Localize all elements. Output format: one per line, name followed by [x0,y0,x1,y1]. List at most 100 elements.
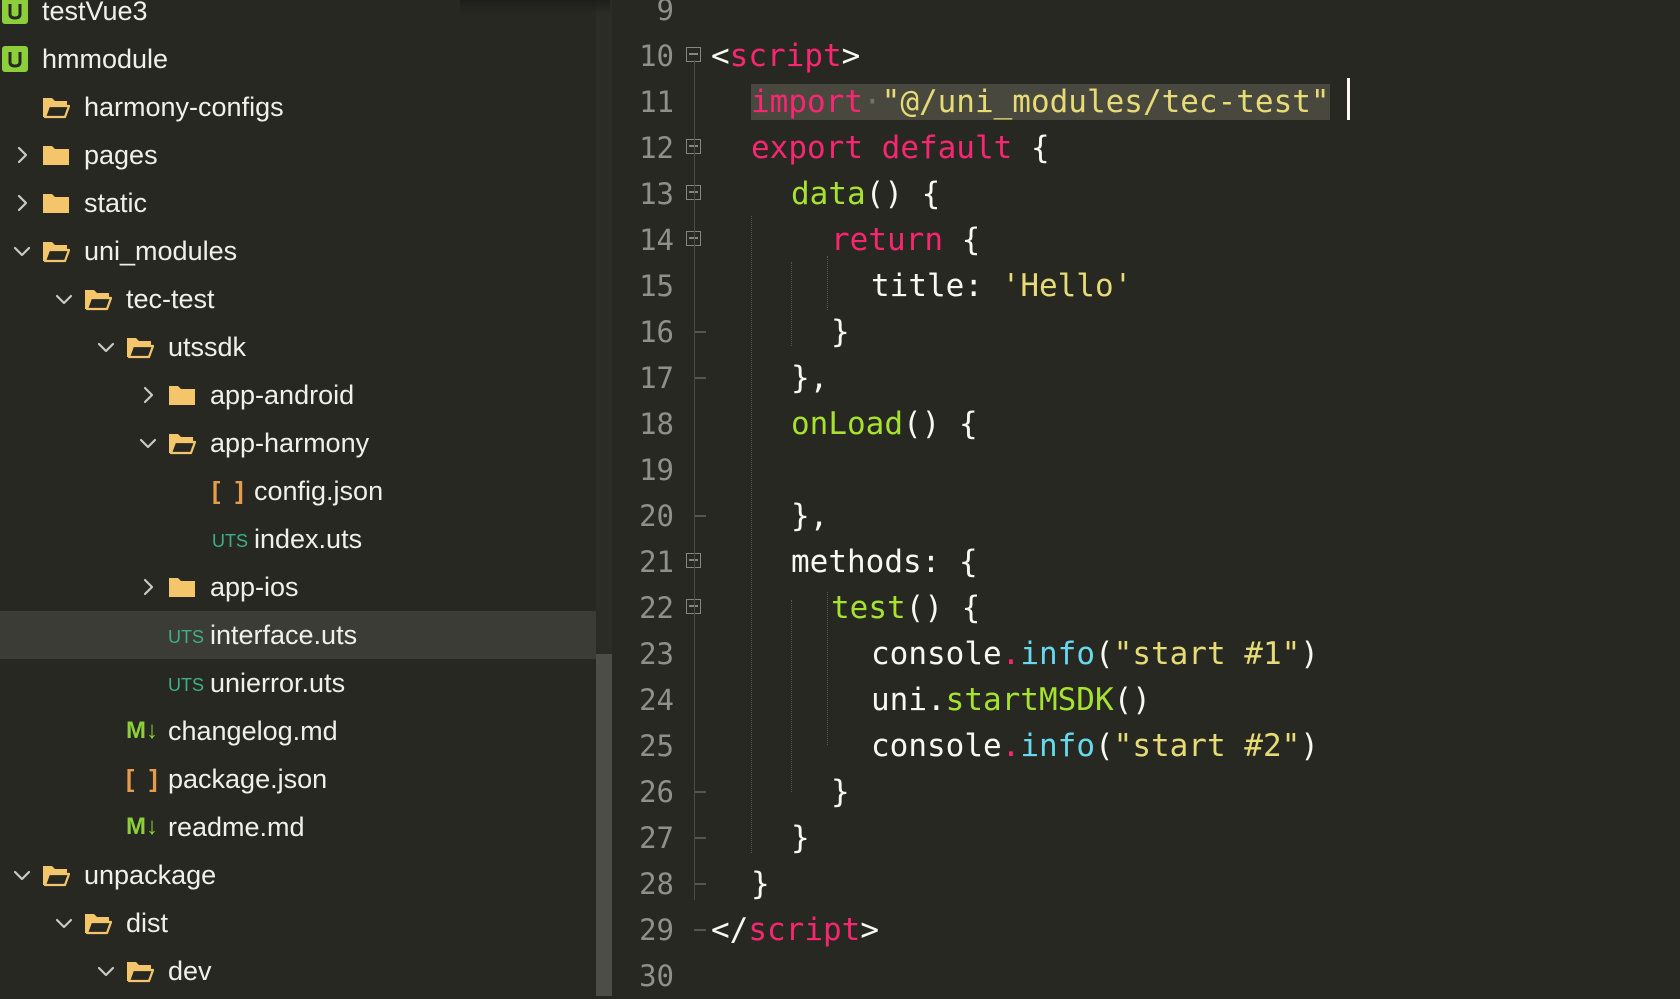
line-number: 10 [639,39,674,73]
code-line[interactable]: 11 import·"@/uni_modules/tec-test" [612,79,1680,125]
chevron-right-icon[interactable] [12,145,32,165]
code-line[interactable]: 27} [612,815,1680,861]
code-text: console.info("start #2") [871,723,1319,769]
code-token: () { [902,406,978,442]
indent-guide [791,600,792,792]
code-line[interactable]: 23 console.info("start #1") [612,631,1680,677]
tree-item-index-uts[interactable]: UTS index.uts [0,515,596,563]
chevron-down-icon[interactable] [138,433,158,453]
tree-item-unierror-uts[interactable]: UTS unierror.uts [0,659,596,707]
indent-guide [827,592,828,745]
json-file-icon: [ ] [212,477,248,505]
code-token: "@/uni_modules/tec-test" [881,84,1330,120]
code-text: <script> [711,33,860,79]
code-token: "start #2" [1113,728,1301,764]
code-text: test() { [831,585,980,631]
code-token: script [729,38,842,74]
tree-item-changelog-md[interactable]: M↓ changelog.md [0,707,596,755]
chevron-down-icon[interactable] [96,961,116,981]
code-line[interactable]: 16} [612,309,1680,355]
tree-item-static[interactable]: static [0,179,596,227]
line-number: 20 [639,499,674,533]
tree-item-label: harmony-configs [84,92,284,122]
folder-icon [42,191,70,215]
code-line[interactable]: 14 return { [612,217,1680,263]
folder-open-icon [42,239,70,263]
code-line[interactable]: 24 uni.startMSDK() [612,677,1680,723]
tree-item-readme-md[interactable]: M↓ readme.md [0,803,596,851]
fold-end-marker [694,929,706,931]
folder-open-icon [126,335,154,359]
code-token: "start #1" [1113,636,1301,672]
tree-item-harmony-configs[interactable]: harmony-configs [0,83,596,131]
code-token: { [1012,130,1050,166]
tree-item-label: uni_modules [84,236,238,266]
tree-item-config-json[interactable]: [ ] config.json [0,467,596,515]
explorer-top-shadow [460,0,610,14]
chevron-down-icon[interactable] [54,289,74,309]
chevron-down-icon[interactable] [12,241,32,261]
chevron-down-icon[interactable] [54,913,74,933]
code-token: } [831,774,850,810]
chevron-right-icon[interactable] [138,385,158,405]
chevron-right-icon[interactable] [138,577,158,597]
code-line[interactable]: 17}, [612,355,1680,401]
code-editor[interactable]: 9 10 <script> 11 import·"@/uni_modules/tec-t… [612,0,1680,996]
line-number: 27 [639,821,674,855]
code-line[interactable]: 9 [612,0,1680,33]
tree-item-label: utssdk [168,332,247,362]
code-text: }, [791,493,828,539]
tree-item-label: unierror.uts [210,668,346,698]
code-text: } [831,309,850,355]
code-line[interactable]: 13 data() { [612,171,1680,217]
code-token: }, [791,360,829,396]
chevron-down-icon[interactable] [12,865,32,885]
folder-icon [42,143,70,167]
tree-item-package-json[interactable]: [ ] package.json [0,755,596,803]
line-number: 28 [639,867,674,901]
tree-item-dev[interactable]: dev [0,947,596,995]
chevron-down-icon[interactable] [96,337,116,357]
code-line[interactable]: 21 methods: { [612,539,1680,585]
code-line[interactable]: 29 </script> [612,907,1680,953]
tree-item-label: index.uts [254,524,363,554]
code-line[interactable]: 18 onLoad() { [612,401,1680,447]
folder-open-icon [42,95,70,119]
fold-end-marker [694,791,706,793]
tree-item-app-android[interactable]: app-android [0,371,596,419]
code-line[interactable]: 22 test() { [612,585,1680,631]
tree-item-pages[interactable]: pages [0,131,596,179]
code-token: ) [1300,636,1319,672]
line-number: 18 [639,407,674,441]
code-token: ) [1300,728,1319,764]
tree-item-app-harmony[interactable]: app-harmony [0,419,596,467]
code-line[interactable]: 15 title: 'Hello' [612,263,1680,309]
code-token: info [1020,636,1095,672]
code-line[interactable]: 25 console.info("start #2") [612,723,1680,769]
code-line[interactable]: 28} [612,861,1680,907]
line-number: 14 [639,223,674,257]
tree-item-unpackage[interactable]: unpackage [0,851,596,899]
project-icon [2,46,28,72]
tree-item-label: app-ios [210,572,299,602]
code-text: console.info("start #1") [871,631,1319,677]
code-token: < [711,38,730,74]
tree-item-uni-modules[interactable]: uni_modules [0,227,596,275]
code-line[interactable]: 20}, [612,493,1680,539]
code-line[interactable]: 12 export default { [612,125,1680,171]
tree-item-tec-test[interactable]: tec-test [0,275,596,323]
code-line[interactable]: 30 [612,953,1680,999]
tree-item-dist[interactable]: dist [0,899,596,947]
code-token: () { [905,590,981,626]
tree-item-app-ios[interactable]: app-ios [0,563,596,611]
code-line[interactable]: 10 <script> [612,33,1680,79]
tree-item-interface-uts[interactable]: UTS interface.uts [0,611,596,659]
code-text: import·"@/uni_modules/tec-test" [751,79,1330,125]
tree-item-utssdk[interactable]: utssdk [0,323,596,371]
chevron-right-icon[interactable] [12,193,32,213]
code-text: uni.startMSDK() [871,677,1151,723]
explorer-scrollbar-thumb[interactable] [596,654,612,996]
code-line[interactable]: 19 [612,447,1680,493]
tree-item-hmmodule[interactable]: hmmodule [0,35,596,83]
code-line[interactable]: 26} [612,769,1680,815]
